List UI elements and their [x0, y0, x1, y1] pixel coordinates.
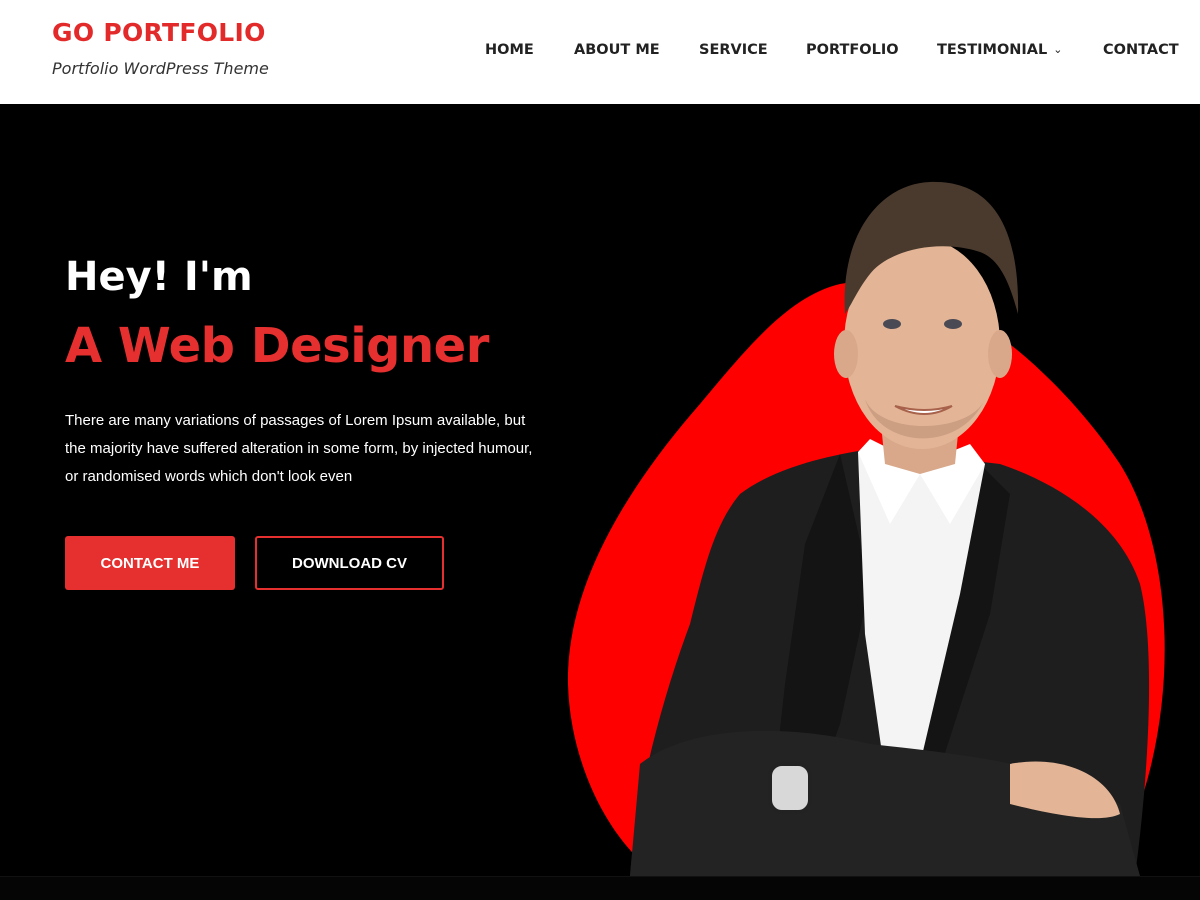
chevron-down-icon[interactable]: ⌄	[1053, 43, 1062, 56]
download-cv-button[interactable]: DOWNLOAD CV	[255, 536, 444, 590]
eye-right	[944, 319, 962, 329]
wristwatch	[768, 762, 812, 814]
site-header: GO PORTFOLIO Portfolio WordPress Theme H…	[0, 0, 1200, 104]
hero-greeting: Hey! I'm	[65, 254, 253, 300]
contact-me-button[interactable]: CONTACT ME	[65, 536, 235, 590]
nav-item-service[interactable]: SERVICE	[699, 42, 768, 58]
nav-item-testimonial-label: TESTIMONIAL	[937, 42, 1048, 58]
hero-description: There are many variations of passages of…	[65, 412, 533, 485]
hero-role: A Web Designer	[65, 318, 489, 374]
ear-left	[834, 330, 858, 378]
hero-portrait	[567, 181, 1165, 876]
ear-right	[988, 330, 1012, 378]
nav-item-home[interactable]: HOME	[485, 42, 534, 58]
nav-item-contact[interactable]: CONTACT	[1103, 42, 1179, 58]
nav-item-portfolio[interactable]: PORTFOLIO	[806, 42, 899, 58]
eye-left	[883, 319, 901, 329]
bottom-band	[0, 876, 1200, 900]
main-nav: HOME ABOUT ME SERVICE PORTFOLIO TESTIMON…	[0, 42, 1200, 64]
hero-section: Hey! I'm A Web Designer There are many v…	[0, 104, 1200, 876]
nav-item-about-me[interactable]: ABOUT ME	[574, 42, 660, 58]
nav-item-testimonial[interactable]: TESTIMONIAL ⌄	[937, 42, 1063, 58]
